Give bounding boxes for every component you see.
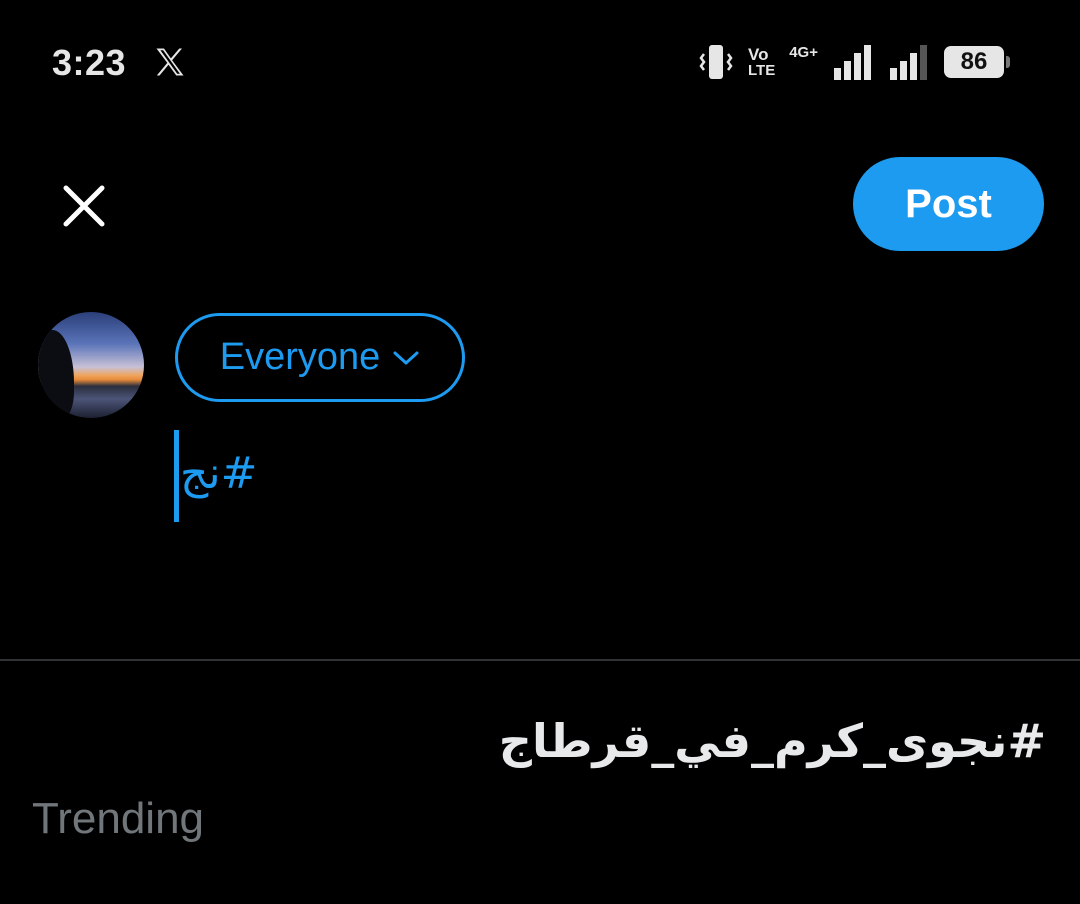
compose-screen: 3:23 Vo LTE 4G+ 86 Post Everyone #نج #نج… <box>0 0 1080 904</box>
post-text-input[interactable]: #نج <box>174 430 1034 522</box>
network-type: 4G+ <box>789 43 818 61</box>
status-icons: Vo LTE 4G+ 86 <box>698 40 1010 84</box>
volte-line1: Vo <box>748 45 769 64</box>
text-cursor <box>174 430 179 522</box>
x-logo-icon <box>156 48 184 76</box>
audience-selector[interactable]: Everyone <box>175 313 465 402</box>
chevron-down-icon <box>393 351 419 364</box>
avatar[interactable] <box>38 312 144 418</box>
volte-indicator: Vo LTE <box>748 46 775 78</box>
battery-indicator: 86 <box>944 46 1010 78</box>
post-text-value: #نج <box>180 448 258 499</box>
vibrate-icon <box>699 45 733 79</box>
audience-label: Everyone <box>219 336 381 378</box>
signal-icon-sim2 <box>890 45 927 80</box>
suggestion-hashtag: #نجوى_كرم_في_قرطاج <box>498 714 1046 768</box>
battery-level: 86 <box>960 48 988 75</box>
signal-icon <box>834 45 871 80</box>
status-time: 3:23 <box>52 42 127 83</box>
post-button[interactable]: Post <box>853 157 1044 251</box>
close-button[interactable] <box>56 178 112 234</box>
hashtag-suggestion-item[interactable]: #نجوى_كرم_في_قرطاج Trending <box>0 690 1080 870</box>
avatar-silhouette <box>38 330 74 418</box>
suggestion-subtitle: Trending <box>32 794 205 843</box>
status-bar: 3:23 Vo LTE 4G+ 86 <box>0 0 1080 128</box>
close-icon <box>63 185 105 227</box>
divider <box>0 659 1080 661</box>
volte-line2: LTE <box>748 62 776 79</box>
